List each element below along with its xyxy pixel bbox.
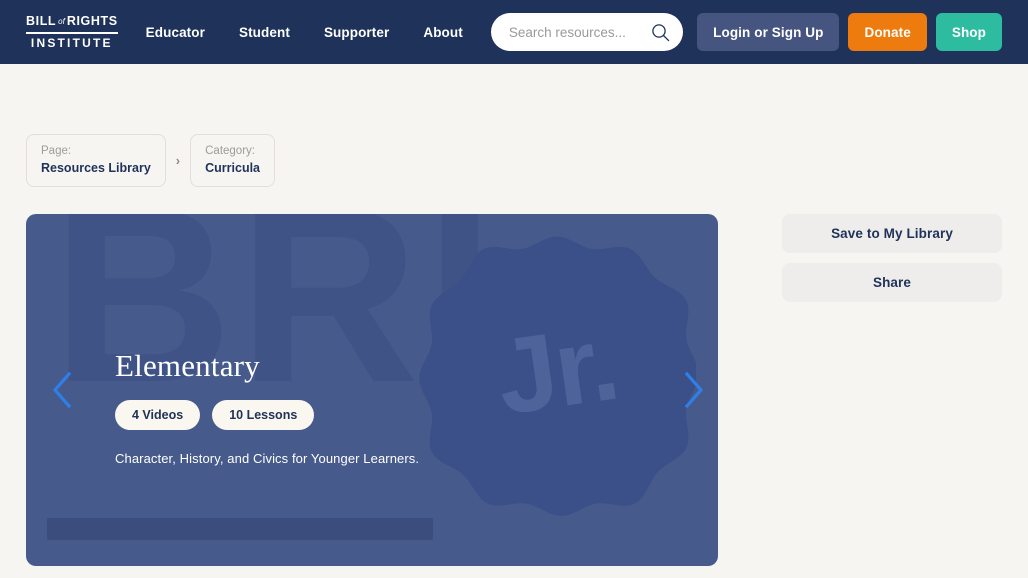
donate-button[interactable]: Donate bbox=[848, 13, 927, 51]
nav-item-educator[interactable]: Educator bbox=[146, 25, 205, 40]
save-to-my-library-button[interactable]: Save to My Library bbox=[782, 214, 1002, 253]
carousel-prev-button[interactable] bbox=[40, 362, 84, 418]
hero-pill-videos[interactable]: 4 Videos bbox=[115, 400, 201, 431]
breadcrumb-item-page-value: Resources Library bbox=[41, 161, 151, 175]
hero-title: Elementary bbox=[115, 348, 260, 383]
hero-pill-lessons[interactable]: 10 Lessons bbox=[212, 400, 315, 431]
main-content: BRI Jr. Elementary 4 Videos 10 Lessons C… bbox=[0, 187, 1028, 566]
logo-divider bbox=[26, 32, 118, 34]
header-actions: Login or Sign Up Donate Shop bbox=[697, 13, 1002, 51]
breadcrumb-item-page[interactable]: Page: Resources Library bbox=[26, 134, 166, 187]
hero-carousel-card: BRI Jr. Elementary 4 Videos 10 Lessons C… bbox=[26, 214, 718, 566]
logo-line-secondary: INSTITUTE bbox=[30, 35, 113, 50]
search-icon bbox=[651, 23, 669, 41]
site-logo[interactable]: BILL of RIGHTS INSTITUTE bbox=[26, 14, 118, 50]
chevron-left-icon bbox=[52, 371, 72, 409]
search-submit-button[interactable] bbox=[647, 19, 673, 45]
breadcrumb-item-category[interactable]: Category: Curricula bbox=[190, 134, 276, 187]
logo-word-rights: RIGHTS bbox=[66, 14, 118, 29]
hero-body: Elementary 4 Videos 10 Lessons Character… bbox=[115, 348, 595, 468]
share-button[interactable]: Share bbox=[782, 263, 1002, 302]
breadcrumb-item-category-label: Category: bbox=[205, 145, 255, 157]
site-header: BILL of RIGHTS INSTITUTE Educator Studen… bbox=[0, 0, 1028, 64]
carousel-next-button[interactable] bbox=[672, 362, 716, 418]
hero-placeholder-bar bbox=[47, 518, 433, 540]
logo-word-bill: BILL bbox=[26, 14, 57, 29]
hero-description: Character, History, and Civics for Young… bbox=[115, 451, 420, 467]
nav-item-about[interactable]: About bbox=[423, 25, 462, 40]
breadcrumb: Page: Resources Library › Category: Curr… bbox=[0, 64, 1028, 187]
shop-button[interactable]: Shop bbox=[935, 13, 1002, 51]
action-rail: Save to My Library Share bbox=[782, 214, 1002, 302]
search-container bbox=[490, 13, 684, 51]
chevron-right-icon bbox=[684, 371, 704, 409]
login-signup-button[interactable]: Login or Sign Up bbox=[697, 13, 840, 51]
hero-pill-group: 4 Videos 10 Lessons bbox=[115, 400, 595, 431]
breadcrumb-separator-icon: › bbox=[175, 153, 181, 168]
logo-line-primary: BILL of RIGHTS bbox=[26, 14, 118, 30]
main-navigation: Educator Student Supporter About bbox=[146, 25, 463, 40]
breadcrumb-item-page-label: Page: bbox=[41, 145, 72, 157]
nav-item-supporter[interactable]: Supporter bbox=[324, 25, 389, 40]
nav-item-student[interactable]: Student bbox=[239, 25, 290, 40]
logo-word-of: of bbox=[58, 17, 65, 27]
breadcrumb-item-category-value: Curricula bbox=[205, 161, 261, 175]
